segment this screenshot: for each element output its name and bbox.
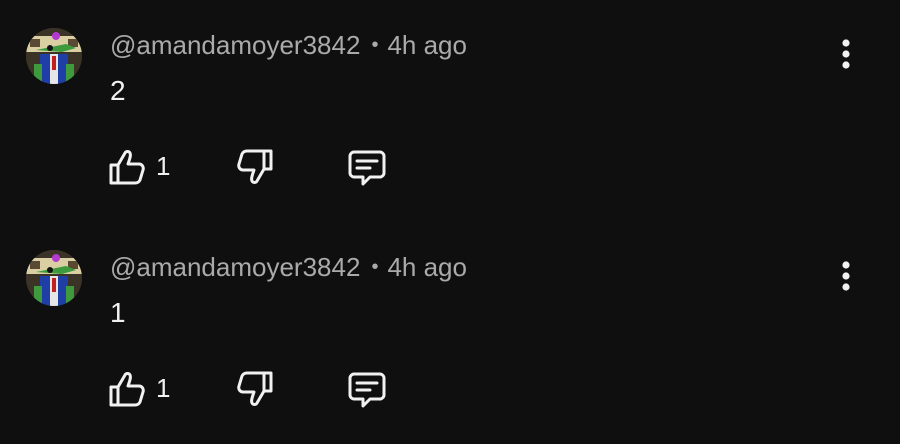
comment-time[interactable]: 4h ago xyxy=(387,30,467,60)
comment-meta: @amandamoyer3842 • 4h ago xyxy=(110,250,467,284)
like-count: 1 xyxy=(156,151,171,181)
thumbs-down-icon xyxy=(237,149,273,184)
thumbs-up-icon xyxy=(109,150,145,185)
thumbs-down-icon xyxy=(237,371,273,406)
reply-icon xyxy=(348,150,386,186)
comment-author[interactable]: @amandamoyer3842 xyxy=(110,30,360,60)
like-count: 1 xyxy=(156,373,171,403)
dislike-button[interactable] xyxy=(234,142,282,190)
comment-text: 2 xyxy=(110,75,126,106)
avatar-image xyxy=(26,250,82,306)
meta-separator: • xyxy=(371,256,379,278)
like-button[interactable]: 1 xyxy=(106,142,176,190)
more-vertical-icon xyxy=(842,261,850,291)
like-button[interactable]: 1 xyxy=(106,364,176,412)
avatar[interactable] xyxy=(26,250,82,306)
more-vertical-icon xyxy=(842,39,850,69)
comment-meta: @amandamoyer3842 • 4h ago xyxy=(110,28,467,62)
more-actions-button[interactable] xyxy=(826,256,866,296)
reply-icon xyxy=(348,372,386,408)
comment-text: 1 xyxy=(110,297,126,328)
more-actions-button[interactable] xyxy=(826,34,866,74)
meta-separator: • xyxy=(371,34,379,56)
avatar-image xyxy=(26,28,82,84)
comment-author[interactable]: @amandamoyer3842 xyxy=(110,252,360,282)
reply-button[interactable] xyxy=(346,364,394,412)
comment-time[interactable]: 4h ago xyxy=(387,252,467,282)
dislike-button[interactable] xyxy=(234,364,282,412)
comment-item: @amandamoyer3842 • 4h ago 1 1 xyxy=(0,222,900,444)
avatar[interactable] xyxy=(26,28,82,84)
thumbs-up-icon xyxy=(109,372,145,407)
reply-button[interactable] xyxy=(346,142,394,190)
comment-item: @amandamoyer3842 • 4h ago 2 1 xyxy=(0,0,900,222)
